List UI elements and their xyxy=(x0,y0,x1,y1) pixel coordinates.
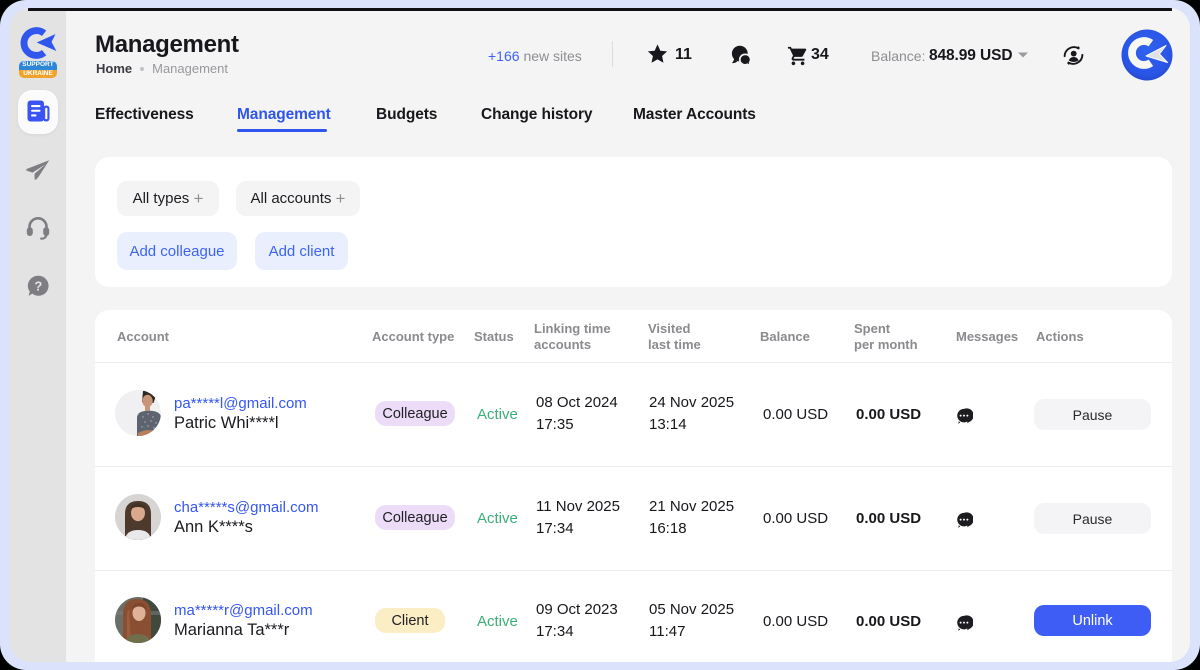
svg-text:?: ? xyxy=(34,278,42,293)
